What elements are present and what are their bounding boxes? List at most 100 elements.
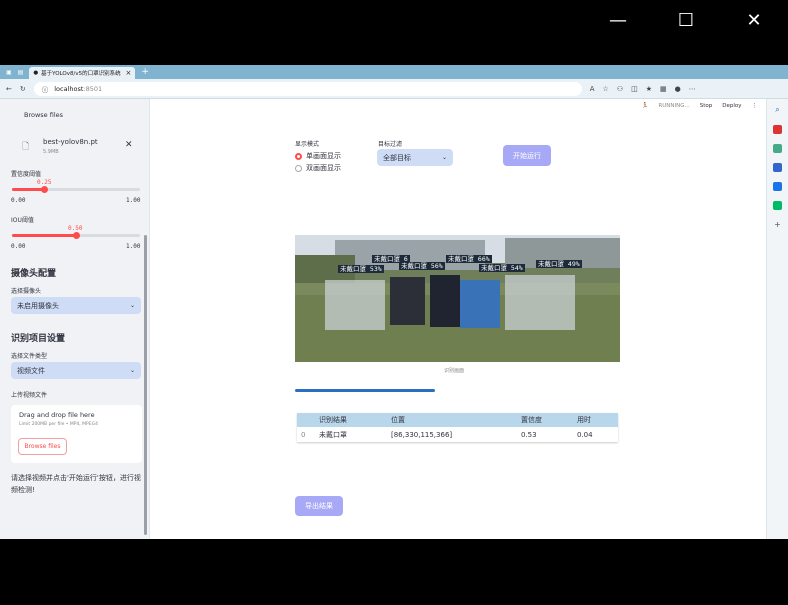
detection-label: 未戴口罩 53%	[338, 265, 384, 273]
favorite-icon[interactable]: ☆	[603, 85, 609, 93]
more-icon[interactable]: ⋯	[689, 85, 696, 93]
detection-label: 未戴口罩 49%	[536, 260, 582, 268]
col-result: 识别结果	[315, 413, 387, 427]
tab-active[interactable]: ● 基于YOLOv8/v5的口罩识别系统 ×	[29, 67, 136, 79]
detection-label: 未戴口罩 56%	[399, 262, 445, 270]
video-progress-bar	[295, 389, 435, 392]
refresh-icon[interactable]: ↻	[20, 85, 26, 93]
mode-single-label: 单画面显示	[306, 152, 341, 160]
camera-select-label: 选择摄像头	[11, 288, 42, 295]
browse-files-button[interactable]: Browse files	[18, 438, 67, 455]
mode-double-label: 双画面显示	[306, 164, 341, 172]
conf-slider-fill	[12, 188, 44, 191]
results-table: 识别结果 位置 置信度 用时 0 未戴口罩 [86,330,115,366] 0…	[297, 413, 618, 442]
radio-unselected-icon	[295, 164, 302, 172]
github-icon: ●	[33, 70, 39, 76]
col-time: 用时	[573, 413, 618, 427]
collections-icon[interactable]: ▦	[660, 85, 667, 93]
tab-actions-icon[interactable]: ▤	[18, 69, 24, 76]
run-button[interactable]: 开始运行	[503, 145, 551, 166]
mode-double-radio[interactable]: 双画面显示	[295, 163, 341, 173]
table-header-row: 识别结果 位置 置信度 用时	[297, 413, 618, 427]
browser-window: ▣ ▤ ● 基于YOLOv8/v5的口罩识别系统 × + ← ↻ ⓘ local…	[0, 65, 788, 539]
uploaded-file-name: best-yolov8n.pt	[43, 138, 98, 146]
filetype-select[interactable]: 视频文件 ⌄	[11, 362, 141, 379]
file-icon: 🗋	[22, 142, 30, 152]
games-icon[interactable]	[773, 163, 782, 172]
detection-label: 未戴口罩 54%	[479, 264, 525, 272]
col-position: 位置	[387, 413, 517, 427]
conf-min: 0.00	[11, 197, 26, 204]
url-port: :8501	[83, 84, 103, 93]
drop-limit: Limit 200MB per file • MP4, MPEG4	[19, 422, 98, 427]
cell-position: [86,330,115,366]	[387, 427, 517, 442]
image-caption: 识别画面	[444, 368, 465, 374]
sidebar-scrollbar[interactable]	[144, 235, 147, 535]
info-icon: ⓘ	[41, 85, 49, 94]
detection-label: 未戴口罩 66%	[446, 255, 492, 263]
new-tab-button[interactable]: +	[141, 67, 149, 77]
maximize-button[interactable]: ☐	[670, 10, 702, 31]
close-window-button[interactable]: ✕	[738, 10, 770, 31]
iou-slider-fill	[12, 234, 76, 237]
desktop: — ☐ ✕ ▣ ▤ ● 基于YOLOv8/v5的口罩识别系统 × + ← ↻ ⓘ…	[0, 0, 788, 605]
url-field[interactable]: ⓘ localhost:8501	[33, 81, 582, 96]
favorites-bar-icon[interactable]: ★	[646, 85, 652, 93]
tools-icon[interactable]	[773, 144, 782, 153]
chevron-down-icon: ⌄	[441, 154, 447, 161]
extensions-icon[interactable]: ⚇	[617, 85, 623, 93]
project-header: 识别项目设置	[11, 334, 66, 344]
camera-header: 摄像头配置	[11, 269, 57, 279]
display-mode-label: 显示模式	[295, 141, 320, 148]
file-dropzone[interactable]: Drag and drop file here Limit 200MB per …	[11, 405, 142, 463]
target-filter-value: 全部目标	[383, 153, 411, 162]
deploy-button[interactable]: Deploy	[722, 103, 741, 109]
iou-slider[interactable]	[12, 232, 140, 239]
col-confidence: 置信度	[517, 413, 573, 427]
workspaces-icon[interactable]: ▣	[6, 69, 12, 76]
conf-max: 1.00	[126, 197, 141, 204]
main-menu-icon[interactable]: ⋮	[752, 103, 758, 109]
cell-index: 0	[297, 427, 315, 442]
tab-bar: ▣ ▤ ● 基于YOLOv8/v5的口罩识别系统 × +	[0, 65, 788, 79]
app-toolbar: 🏃 RUNNING... Stop Deploy ⋮	[642, 103, 757, 109]
sidebar: Browse files 🗋 best-yolov8n.pt 5.9MB ✕ 置…	[0, 99, 150, 539]
shopping-icon[interactable]	[773, 125, 782, 134]
radio-selected-icon	[295, 152, 302, 160]
conf-slider[interactable]	[12, 186, 140, 193]
export-button[interactable]: 导出结果	[295, 496, 343, 516]
hint-text: 请选择视频并点击'开始运行'按钮，进行视频检测!	[11, 474, 141, 494]
target-filter-label: 目标过滤	[378, 141, 403, 148]
cell-result: 未戴口罩	[315, 427, 387, 442]
filetype-select-value: 视频文件	[17, 366, 45, 375]
stop-button[interactable]: Stop	[700, 103, 713, 109]
iou-slider-thumb[interactable]	[73, 232, 80, 239]
main-content: 🏃 RUNNING... Stop Deploy ⋮ 显示模式 单画面显示 双画…	[151, 99, 765, 539]
iou-value: 0.50	[68, 225, 83, 232]
search-icon[interactable]: ⌕	[775, 105, 779, 115]
tab-close-icon[interactable]: ×	[125, 69, 131, 77]
minimize-button[interactable]: —	[602, 10, 634, 31]
back-icon[interactable]: ←	[6, 85, 12, 93]
running-icon: 🏃	[641, 103, 649, 109]
cell-confidence: 0.53	[517, 427, 573, 442]
iou-min: 0.00	[11, 243, 26, 250]
iou-label: IOU阈值	[11, 217, 34, 224]
window-controls: — ☐ ✕	[602, 10, 770, 31]
conf-slider-thumb[interactable]	[41, 186, 48, 193]
read-aloud-icon[interactable]: A	[590, 85, 595, 93]
camera-select-value: 未启用摄像头	[17, 301, 59, 310]
camera-select[interactable]: 未启用摄像头 ⌄	[11, 297, 141, 314]
remove-file-icon[interactable]: ✕	[125, 140, 133, 150]
profile-icon[interactable]: ●	[675, 85, 681, 93]
outlook-icon[interactable]	[773, 182, 782, 191]
office-icon[interactable]	[773, 201, 782, 210]
filetype-label: 选择文件类型	[11, 353, 48, 360]
drop-text: Drag and drop file here	[19, 411, 95, 419]
mode-single-radio[interactable]: 单画面显示	[295, 151, 341, 161]
browse-files-link[interactable]: Browse files	[24, 111, 63, 119]
split-screen-icon[interactable]: ◫	[631, 85, 638, 93]
add-icon[interactable]: +	[774, 220, 781, 229]
conf-label: 置信度阈值	[11, 171, 42, 178]
target-filter-select[interactable]: 全部目标 ⌄	[377, 149, 453, 166]
